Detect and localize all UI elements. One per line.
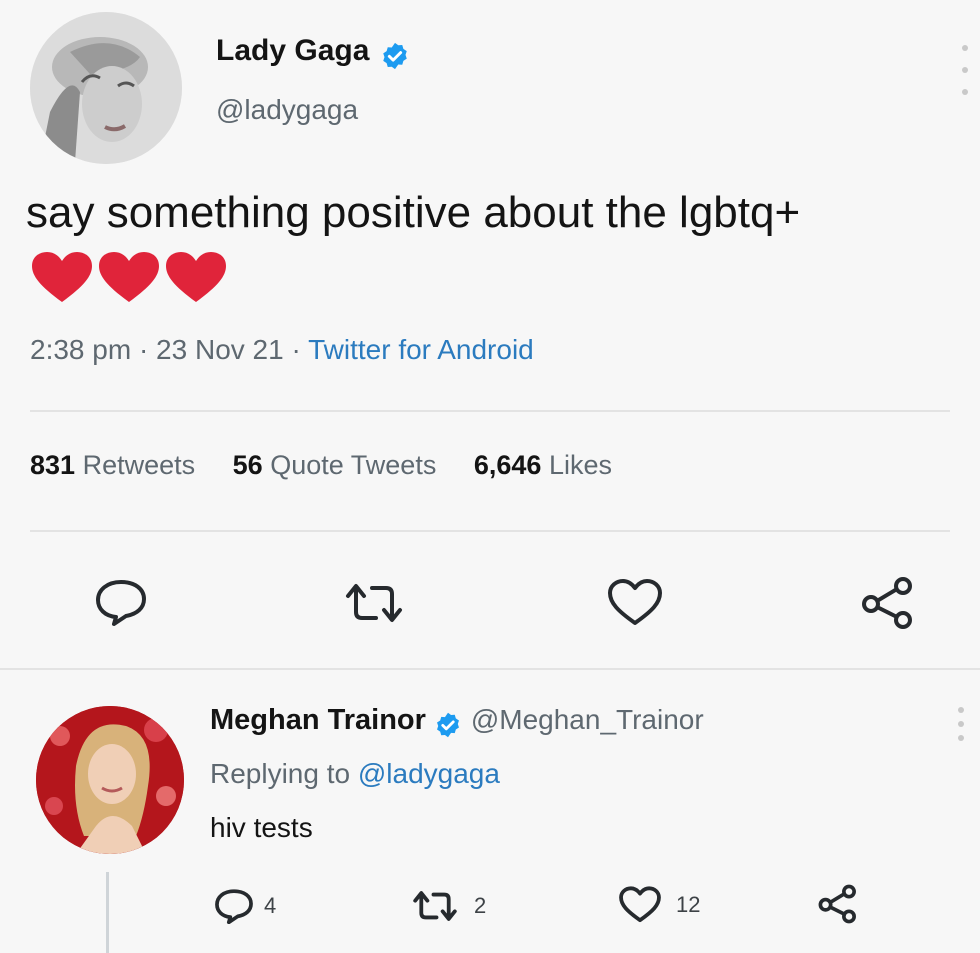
retweet-action[interactable]: 2 (410, 890, 486, 922)
like-count: 12 (676, 892, 701, 917)
like-icon[interactable] (618, 886, 662, 924)
divider (30, 530, 950, 532)
divider (30, 410, 950, 412)
reply-action[interactable]: 4 (214, 888, 276, 924)
retweets-count: 831 (30, 450, 76, 480)
likes-label: Likes (548, 450, 612, 480)
author-name[interactable]: Lady Gaga (216, 34, 369, 67)
likes-stat[interactable]: 6,646 Likes (474, 450, 612, 480)
retweet-icon[interactable] (342, 582, 406, 624)
tweet-text: say something positive about the lgbtq+ (26, 188, 801, 237)
author-handle[interactable]: @ladygaga (216, 94, 358, 126)
share-icon[interactable] (858, 576, 918, 630)
more-options-icon[interactable] (954, 704, 968, 744)
thread-line (106, 872, 109, 953)
retweet-icon[interactable] (410, 890, 460, 922)
retweet-count: 2 (474, 893, 487, 918)
quotes-label: Quote Tweets (270, 450, 437, 480)
avatar-lady-gaga[interactable] (30, 12, 182, 164)
hearts-emoji (30, 250, 230, 306)
quotes-stat[interactable]: 56 Quote Tweets (233, 450, 437, 480)
reply-count: 4 (264, 893, 277, 918)
replying-to-mention[interactable]: @ladygaga (358, 758, 500, 789)
more-options-icon[interactable] (958, 40, 972, 110)
avatar-meghan-trainor[interactable] (36, 706, 184, 854)
reply-text: hiv tests (210, 812, 313, 843)
share-icon[interactable] (816, 884, 860, 924)
like-icon[interactable] (606, 578, 664, 628)
reply-author-handle[interactable]: @Meghan_Trainor (471, 704, 704, 735)
likes-count: 6,646 (473, 450, 542, 480)
like-action[interactable]: 12 (618, 886, 700, 924)
tweet-source[interactable]: Twitter for Android (308, 334, 534, 365)
verified-badge-icon (380, 41, 410, 71)
replying-to-prefix: Replying to (210, 758, 358, 789)
retweets-label: Retweets (82, 450, 196, 480)
retweets-stat[interactable]: 831 Retweets (30, 450, 195, 480)
reply-icon[interactable] (94, 578, 148, 626)
reply-icon[interactable] (214, 888, 254, 924)
verified-badge-icon (434, 711, 462, 739)
reply-author-name[interactable]: Meghan Trainor (210, 704, 426, 736)
tweet-timestamp[interactable]: 2:38 pm · 23 Nov 21 · (30, 334, 308, 365)
divider (0, 668, 980, 670)
quotes-count: 56 (232, 450, 263, 480)
